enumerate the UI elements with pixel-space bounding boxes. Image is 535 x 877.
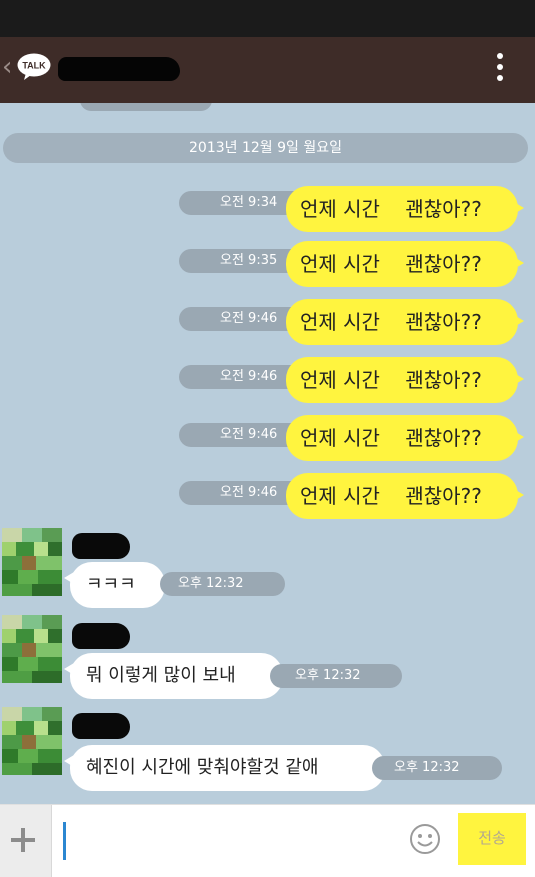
sender-name-redacted: [72, 623, 130, 649]
emoticon-icon[interactable]: [409, 823, 441, 855]
message-time: 오후 12:32: [270, 664, 402, 688]
kakaotalk-logo-icon: TALK: [17, 53, 51, 80]
date-divider: 2013년 12월 9일 월요일: [3, 133, 528, 163]
text-cursor: [63, 822, 66, 860]
outgoing-message[interactable]: 언제 시간 괜찮아??: [286, 299, 524, 345]
outgoing-message[interactable]: 언제 시간 괜찮아??: [286, 241, 524, 287]
avatar[interactable]: [2, 528, 62, 596]
previous-timestamp-cutoff: [80, 103, 212, 111]
avatar-pixel-image: [2, 615, 62, 683]
contact-name-redacted: [58, 57, 180, 81]
avatar-pixel-image: [2, 528, 62, 596]
sender-name-redacted: [72, 713, 130, 739]
message-time: 오후 12:32: [160, 572, 285, 596]
more-menu-icon[interactable]: [493, 53, 507, 87]
outgoing-message[interactable]: 언제 시간 괜찮아??: [286, 473, 524, 519]
avatar-pixel-image: [2, 707, 62, 775]
talk-logo-text: TALK: [22, 61, 46, 71]
chat-area[interactable]: 2013년 12월 9일 월요일 오전 9:34 언제 시간 괜찮아?? 오전 …: [0, 103, 535, 804]
avatar[interactable]: [2, 615, 62, 683]
send-button[interactable]: 전송: [458, 813, 526, 865]
message-input-bar: 전송: [0, 804, 535, 877]
outgoing-message[interactable]: 언제 시간 괜찮아??: [286, 186, 524, 232]
incoming-message[interactable]: 뭐 이렇게 많이 보내: [64, 653, 283, 699]
incoming-message[interactable]: ㅋㅋㅋ: [64, 562, 165, 608]
message-time: 오후 12:32: [372, 756, 502, 780]
sender-name-redacted: [72, 533, 130, 559]
outgoing-message[interactable]: 언제 시간 괜찮아??: [286, 357, 524, 403]
outgoing-message[interactable]: 언제 시간 괜찮아??: [286, 415, 524, 461]
incoming-message[interactable]: 혜진이 시간에 맞춰야할것 같애: [64, 745, 385, 791]
add-attachment-button[interactable]: [0, 805, 52, 877]
chat-header: ‹ TALK: [0, 37, 535, 103]
status-bar: [0, 0, 535, 37]
back-arrow-icon[interactable]: ‹: [2, 52, 12, 82]
avatar[interactable]: [2, 707, 62, 775]
message-input[interactable]: [56, 811, 396, 871]
